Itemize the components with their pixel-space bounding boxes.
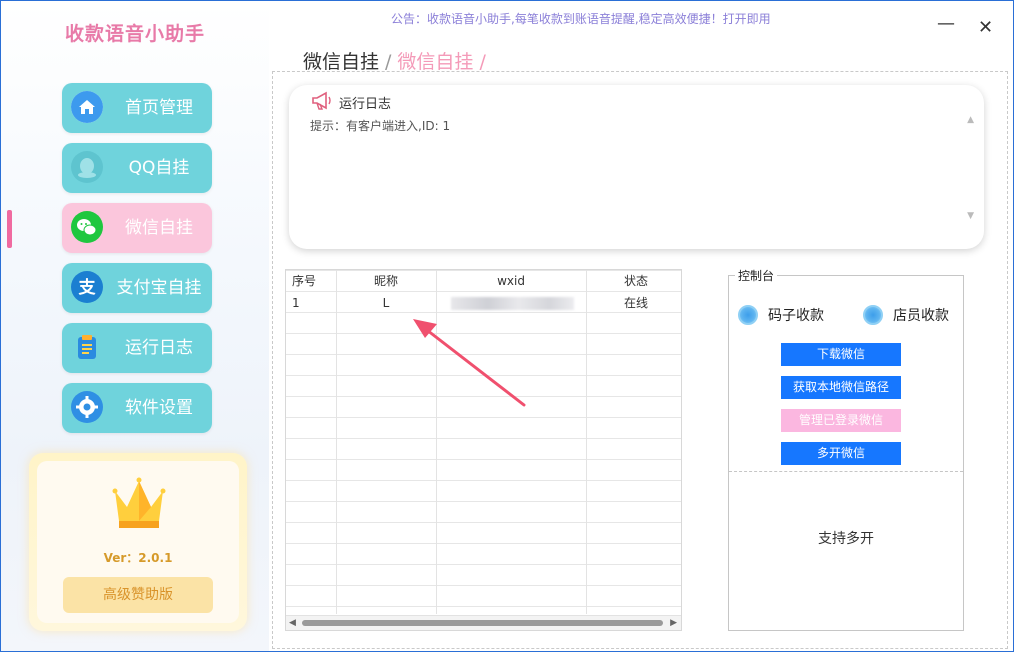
cell-status: 在线 <box>623 296 648 310</box>
table-grid <box>286 270 681 614</box>
console-title: 控制台 <box>735 267 778 284</box>
nav-wechat[interactable]: 微信自挂 <box>62 203 212 253</box>
nav-alipay[interactable]: 支 支付宝自挂 <box>62 263 212 313</box>
nav-qq-label: QQ自挂 <box>128 158 190 178</box>
nav-wechat-label: 微信自挂 <box>125 218 193 238</box>
nav-home[interactable]: 首页管理 <box>62 83 212 133</box>
manage-logged-wechat-button[interactable]: 管理已登录微信 <box>781 409 901 432</box>
main-content: 运行日志 提示：有客户端进入,ID: 1 ▲ ▼ 序号 昵称 wxid 状态 1… <box>272 71 1008 649</box>
home-icon <box>71 91 103 123</box>
multi-support-label: 支持多开 <box>818 531 874 547</box>
download-wechat-button[interactable]: 下载微信 <box>781 343 901 366</box>
alipay-icon: 支 <box>71 271 103 303</box>
breadcrumb-separator-2: / <box>479 51 486 73</box>
radio-dot-icon <box>738 305 758 325</box>
promo-card: Ver：2.0.1 高级赞助版 <box>29 453 247 631</box>
radio-dot-icon <box>863 305 883 325</box>
scroll-right-icon[interactable]: ▶ <box>670 616 677 630</box>
nav-log[interactable]: 运行日志 <box>62 323 212 373</box>
log-panel[interactable]: 运行日志 提示：有客户端进入,ID: 1 ▲ ▼ <box>289 85 984 249</box>
scroll-down-icon[interactable]: ▼ <box>967 211 974 221</box>
radio-clerk-payment-label: 店员收款 <box>893 308 949 324</box>
nav-alipay-label: 支付宝自挂 <box>116 278 202 298</box>
nav-settings-label: 软件设置 <box>125 398 193 418</box>
nav-log-label: 运行日志 <box>125 338 193 358</box>
svg-text:支: 支 <box>79 277 97 298</box>
console-panel: 控制台 码子收款 店员收款 下载微信 获取本地微信路径 管理已登录微信 多开微信… <box>728 267 964 631</box>
column-header-wxid[interactable]: wxid <box>436 271 586 292</box>
close-button[interactable]: ✕ <box>978 17 993 38</box>
sidebar: 收款语音小助手 首页管理 QQ自挂 微信自挂 支 支付宝自挂 运行日志 软件设置… <box>1 1 269 651</box>
scroll-left-icon[interactable]: ◀ <box>289 616 296 630</box>
minimize-button[interactable]: — <box>937 13 955 34</box>
breadcrumb-current: 微信自挂 <box>397 51 474 73</box>
column-header-status[interactable]: 状态 <box>586 271 681 292</box>
crown-icon <box>109 475 169 535</box>
megaphone-icon <box>311 91 333 115</box>
active-nav-marker <box>7 210 12 248</box>
scroll-thumb[interactable] <box>302 620 663 626</box>
column-header-nickname[interactable]: 昵称 <box>336 271 436 292</box>
radio-clerk-payment[interactable]: 店员收款 <box>863 305 949 325</box>
cell-index: 1 <box>292 296 300 310</box>
qq-icon <box>71 151 103 183</box>
nav-settings[interactable]: 软件设置 <box>62 383 212 433</box>
wechat-icon <box>71 211 103 243</box>
app-window: 收款语音小助手 首页管理 QQ自挂 微信自挂 支 支付宝自挂 运行日志 软件设置… <box>0 0 1014 652</box>
console-divider <box>729 471 963 472</box>
clipboard-icon <box>71 331 103 363</box>
breadcrumb: 微信自挂 / 微信自挂 / <box>303 47 492 74</box>
version-label: Ver：2.0.1 <box>103 551 173 565</box>
app-title: 收款语音小助手 <box>64 23 205 45</box>
nav-home-label: 首页管理 <box>125 98 193 118</box>
log-title: 运行日志 <box>339 97 392 112</box>
radio-qr-payment-label: 码子收款 <box>768 308 824 324</box>
client-table[interactable]: 序号 昵称 wxid 状态 1 L 在线 ◀ ▶ <box>285 269 682 631</box>
multi-open-wechat-button[interactable]: 多开微信 <box>781 442 901 465</box>
gear-icon <box>71 391 103 423</box>
cell-nickname: L <box>382 296 390 310</box>
get-wechat-path-button[interactable]: 获取本地微信路径 <box>781 376 901 399</box>
column-header-index[interactable]: 序号 <box>292 271 316 292</box>
notice-banner: 公告：收款语音小助手,每笔收款到账语音提醒,稳定高效便捷！打开即用 <box>391 12 771 26</box>
radio-qr-payment[interactable]: 码子收款 <box>738 305 824 325</box>
sponsor-button[interactable]: 高级赞助版 <box>63 577 213 613</box>
breadcrumb-parent[interactable]: 微信自挂 <box>303 51 379 73</box>
horizontal-scrollbar[interactable]: ◀ ▶ <box>286 615 681 630</box>
nav-qq[interactable]: QQ自挂 <box>62 143 212 193</box>
log-line: 提示：有客户端进入,ID: 1 <box>310 119 451 133</box>
cell-wxid-redacted <box>451 297 574 310</box>
breadcrumb-separator: / <box>385 51 392 73</box>
scroll-up-icon[interactable]: ▲ <box>967 115 974 125</box>
